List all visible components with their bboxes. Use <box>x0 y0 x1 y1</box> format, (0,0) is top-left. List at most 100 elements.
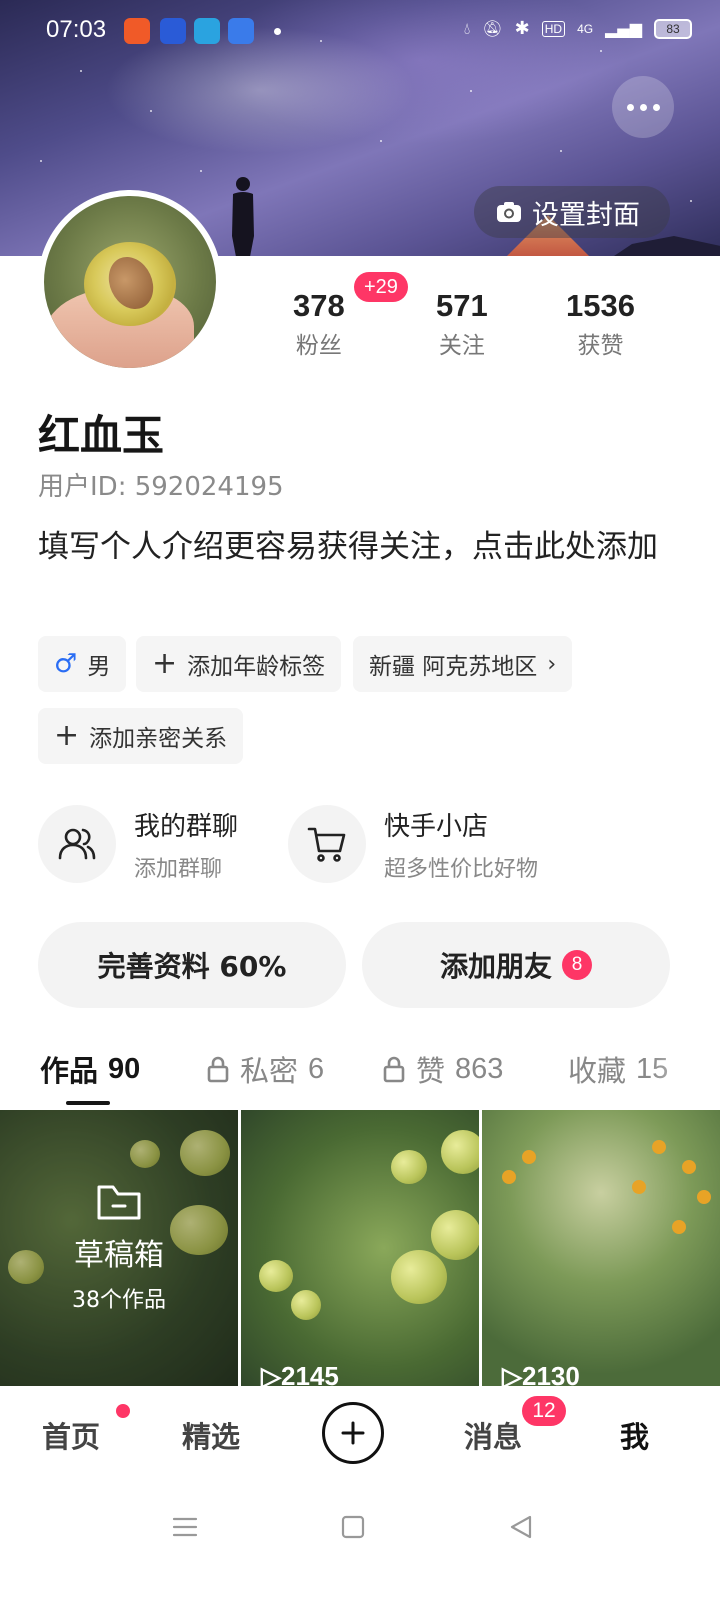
battery-icon: 83 <box>654 18 692 39</box>
nav-me[interactable]: 我 <box>620 1414 649 1456</box>
tab-works-count: 90 <box>108 1052 141 1085</box>
followers-count: 378 <box>293 288 345 323</box>
group-chat-subtitle: 添加群聊 <box>134 856 223 882</box>
tab-works[interactable]: 作品 90 <box>40 1048 140 1090</box>
tab-liked[interactable]: 赞 863 <box>382 1048 503 1090</box>
signal-icon: ▂▄▆ <box>605 19 642 38</box>
more-dot <box>652 103 660 111</box>
bluetooth-icon: ✱ <box>514 18 530 39</box>
lock-icon <box>383 1056 405 1083</box>
messages-badge: 12 <box>522 1396 566 1426</box>
drafts-overlay: 草稿箱 38个作品 <box>0 1110 238 1386</box>
tab-private-label: 私密 <box>240 1054 299 1088</box>
video-play-count: ▷2130 <box>502 1361 580 1386</box>
group-chat-icon <box>58 828 96 860</box>
nav-messages[interactable]: 消息 <box>464 1414 522 1456</box>
set-cover-button[interactable]: 设置封面 <box>474 186 670 238</box>
add-relation-tag[interactable]: + 添加亲密关系 <box>38 708 244 764</box>
camera-icon <box>497 202 521 222</box>
likes-label: 获赞 <box>577 333 624 359</box>
following-stat[interactable]: 571 关注 <box>436 288 488 360</box>
user-id[interactable]: 用户ID: 592024195 <box>38 466 284 503</box>
tab-liked-count: 863 <box>455 1052 504 1085</box>
notification-dot <box>274 28 281 35</box>
tab-private-count: 6 <box>308 1052 325 1085</box>
tab-private[interactable]: 私密 6 <box>206 1048 324 1090</box>
shop-entry[interactable]: 快手小店 超多性价比好物 <box>288 804 538 884</box>
more-options-button[interactable] <box>612 76 674 138</box>
plus-icon: + <box>54 718 80 753</box>
video-play-count-value: 2130 <box>522 1361 580 1386</box>
video-play-count-value: 2145 <box>281 1361 339 1386</box>
mute-bell-icon: 🔕︎ <box>482 19 503 38</box>
add-age-label: 添加年龄标签 <box>187 654 326 680</box>
set-cover-label: 设置封面 <box>532 199 640 231</box>
video-thumbnail[interactable]: ▷2130 <box>482 1110 720 1386</box>
likes-stat[interactable]: 1536 获赞 <box>566 288 635 360</box>
followers-delta-badge: +29 <box>354 272 408 302</box>
group-chat-icon-wrap <box>38 805 116 883</box>
shop-title: 快手小店 <box>384 811 489 842</box>
gender-tag[interactable]: ♂ 男 <box>38 636 127 692</box>
add-age-tag[interactable]: + 添加年龄标签 <box>136 636 342 692</box>
lock-icon <box>207 1056 229 1083</box>
followers-stat[interactable]: 378 粉丝 <box>293 288 345 360</box>
complete-profile-button[interactable]: 完善资料 60% <box>38 922 346 1008</box>
more-dot <box>639 103 647 111</box>
bio-placeholder[interactable]: 填写个人介绍更容易获得关注，点击此处添加 <box>38 520 678 574</box>
avatar[interactable] <box>38 190 222 374</box>
add-friends-label: 添加朋友 <box>439 950 552 983</box>
shop-icon-wrap <box>288 805 366 883</box>
chevron-right-icon: › <box>547 651 557 677</box>
complete-profile-label: 完善资料 60% <box>97 950 287 983</box>
bottom-nav: 首页 精选 消息 12 我 <box>0 1386 720 1482</box>
home-notification-dot <box>116 1404 130 1418</box>
drafts-count: 38个作品 <box>72 1288 166 1313</box>
tab-fade-overlay <box>650 1040 720 1110</box>
cart-icon <box>307 827 346 862</box>
following-label: 关注 <box>438 333 485 359</box>
network-label: 4G <box>577 21 594 36</box>
group-chat-title: 我的群聊 <box>134 811 239 842</box>
shop-subtitle: 超多性价比好物 <box>384 856 539 882</box>
create-post-button[interactable] <box>322 1402 384 1464</box>
video-play-count: ▷2145 <box>261 1361 339 1386</box>
folder-icon <box>97 1185 141 1220</box>
tab-works-label: 作品 <box>40 1054 99 1088</box>
back-triangle-icon[interactable] <box>504 1510 538 1544</box>
hd-icon: HD <box>541 20 566 37</box>
telegram-icon <box>194 18 220 44</box>
water-drop-icon: 💧︎ <box>463 18 471 38</box>
home-square-icon[interactable] <box>336 1510 370 1544</box>
location-label: 新疆 阿克苏地区 <box>369 654 538 680</box>
add-friends-badge: 8 <box>562 950 592 980</box>
nav-featured[interactable]: 精选 <box>182 1414 240 1456</box>
male-icon: ♂ <box>54 649 78 679</box>
gender-label: 男 <box>87 654 111 680</box>
status-time: 07:03 <box>46 16 107 43</box>
baidu-map-icon <box>124 18 150 44</box>
likes-count: 1536 <box>566 288 635 323</box>
location-tag[interactable]: 新疆 阿克苏地区 › <box>353 636 573 692</box>
video-thumbnail[interactable]: ▷2145 <box>241 1110 479 1386</box>
followers-label: 粉丝 <box>295 333 342 359</box>
status-bar: 07:03 💧︎ 🔕︎ ✱ HD 4G ▂▄▆ 83 <box>0 0 720 64</box>
chat-icon <box>228 18 254 44</box>
silhouette-figure <box>232 177 254 262</box>
baidu-app-icon <box>160 18 186 44</box>
following-count: 571 <box>436 288 488 323</box>
group-chat-entry[interactable]: 我的群聊 添加群聊 <box>38 804 238 884</box>
add-friends-button[interactable]: 添加朋友 8 <box>362 922 670 1008</box>
system-navigation-bar <box>0 1482 720 1600</box>
menu-icon[interactable] <box>168 1510 202 1544</box>
content-tabs: 作品 90 私密 6 赞 863 收藏 15 <box>0 1048 720 1108</box>
tab-liked-label: 赞 <box>416 1054 446 1088</box>
active-tab-indicator <box>66 1101 110 1105</box>
tab-favorites-label: 收藏 <box>568 1054 627 1088</box>
works-grid: 草稿箱 38个作品 ▷2145 ▷2130 <box>0 1110 720 1386</box>
more-dot <box>626 103 634 111</box>
plus-icon: + <box>152 646 178 681</box>
drafts-cell[interactable]: 草稿箱 38个作品 <box>0 1110 238 1386</box>
nav-home[interactable]: 首页 <box>42 1414 100 1456</box>
profile-name[interactable]: 红血玉 <box>38 402 164 463</box>
